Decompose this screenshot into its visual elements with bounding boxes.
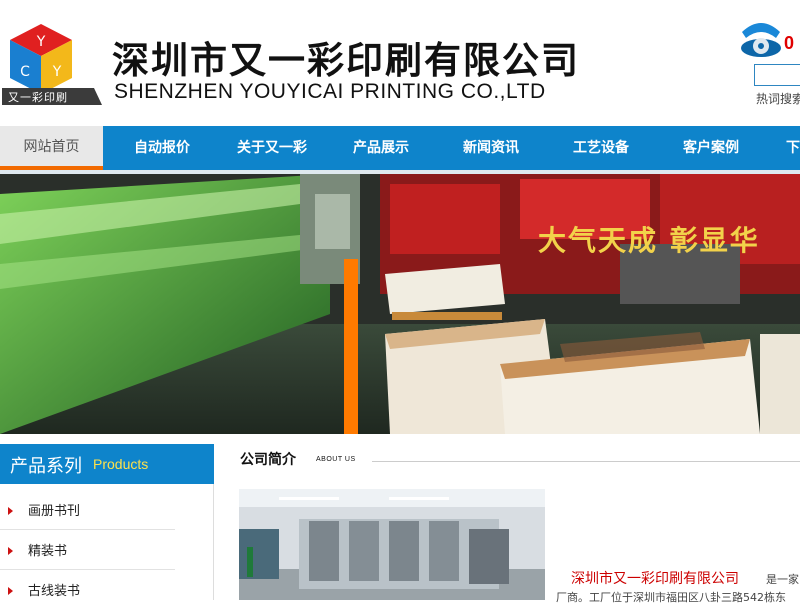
sidebar-item-hardcover[interactable]: 精装书 xyxy=(0,532,175,570)
products-title-en: Products xyxy=(93,456,149,472)
about-subtitle: ABOUT US xyxy=(316,456,356,463)
nav-item-products[interactable]: 产品展示 xyxy=(331,126,431,170)
sidebar-item-label: 精装书 xyxy=(28,544,68,559)
company-name-en: SHENZHEN YOUYICAI PRINTING CO.,LTD xyxy=(114,80,546,103)
nav-item-news[interactable]: 新闻资讯 xyxy=(441,126,541,170)
hero-banner[interactable]: 大气天成 彰显华 xyxy=(0,174,800,434)
logo-letter-right: Y xyxy=(52,64,62,80)
sidebar-item-thread-bound[interactable]: 古线装书 xyxy=(0,572,175,610)
telephone-icon xyxy=(741,23,781,57)
sidebar-item-label: 画册书刊 xyxy=(28,504,81,519)
search-input[interactable] xyxy=(754,64,800,86)
phone-number: 0 xyxy=(784,33,795,53)
banner-image xyxy=(0,174,800,434)
nav-item-more[interactable]: 下 xyxy=(786,126,800,170)
nav-item-about[interactable]: 关于又一彩 xyxy=(222,126,322,170)
nav-item-cases[interactable]: 客户案例 xyxy=(661,126,761,170)
about-photo[interactable] xyxy=(239,489,545,600)
banner-slogan: 大气天成 彰显华 xyxy=(538,224,760,257)
about-divider xyxy=(372,461,800,462)
about-company-name: 深圳市又一彩印刷有限公司 xyxy=(571,571,739,587)
company-name-cn: 深圳市又一彩印刷有限公司 xyxy=(112,38,580,82)
about-title: 公司简介 xyxy=(240,452,296,468)
products-sidebar: 画册书刊 精装书 古线装书 xyxy=(0,484,214,600)
nav-item-quote[interactable]: 自动报价 xyxy=(112,126,212,170)
about-text-line2: 厂商。工厂位于深圳市福田区八卦三路542栋东 xyxy=(556,591,786,604)
logo-letter-left: C xyxy=(20,64,30,80)
products-title-cn: 产品系列 xyxy=(10,456,82,477)
sidebar-item-albums[interactable]: 画册书刊 xyxy=(0,492,175,530)
hot-search-label: 热词搜索 xyxy=(756,92,800,106)
nav-item-equipment[interactable]: 工艺设备 xyxy=(551,126,651,170)
bullet-arrow-icon xyxy=(8,547,13,555)
main-nav: 网站首页 自动报价 关于又一彩 产品展示 新闻资讯 工艺设备 客户案例 下 xyxy=(0,126,800,170)
bullet-arrow-icon xyxy=(8,507,13,515)
sidebar-item-label: 古线装书 xyxy=(28,584,81,599)
nav-item-home[interactable]: 网站首页 xyxy=(0,126,103,170)
site-header: Y C Y 又一彩印刷 深圳市又一彩印刷有限公司 SHENZHEN YOUYIC… xyxy=(0,0,800,126)
logo-letter-top: Y xyxy=(36,34,46,50)
logo-tagline: 又一彩印刷 xyxy=(8,91,68,104)
about-text-line1: 是一家 xyxy=(766,573,799,586)
press-machine-photo xyxy=(239,489,545,600)
bullet-arrow-icon xyxy=(8,587,13,595)
